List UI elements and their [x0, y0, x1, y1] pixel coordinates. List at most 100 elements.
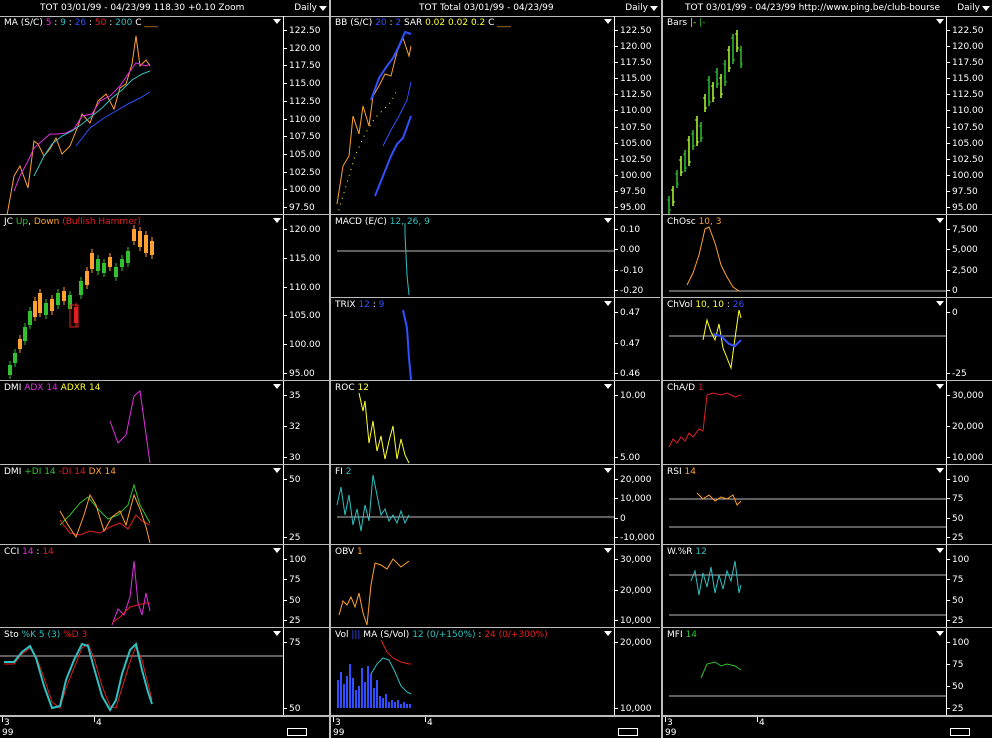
volume-bar — [352, 678, 354, 708]
dx-line — [59, 493, 151, 544]
chevron-down-icon[interactable] — [604, 548, 612, 553]
chevron-down-icon[interactable] — [273, 384, 281, 389]
indicator-panel-rsi[interactable]: RSI 14 100 75 50 25 — [663, 465, 992, 545]
axis-tick-label: 50 — [289, 595, 301, 606]
axis-tick — [946, 457, 950, 458]
axis-tick — [946, 126, 950, 128]
chevron-down-icon[interactable] — [936, 468, 944, 473]
indicator-panel-ma[interactable]: MA (S/C) 5 : 9 : 26 : 50 : 200 C ___ 122.… — [0, 16, 329, 215]
chevron-down-icon[interactable] — [273, 631, 281, 636]
indicator-label: MFI 14 — [667, 630, 697, 640]
indicator-panel-chvol[interactable]: ChVol 10, 10 : 26 0 -25 — [663, 298, 992, 381]
chevron-down-icon[interactable] — [604, 384, 612, 389]
axis-tick-label: 102.50 — [620, 154, 652, 165]
indicator-panel-vol[interactable]: Vol ||| MA (S/Vol) 12 (0/+150%) : 24 (0/… — [331, 628, 660, 716]
indicator-panel-bb[interactable]: BB (S/C) 20 : 2 SAR 0.02 0.02 0.2 C ___ 1… — [331, 16, 660, 215]
indicator-plot-vol — [337, 639, 412, 708]
candle — [108, 257, 112, 267]
indicator-panel-dmi2[interactable]: DMI +DI 14 -DI 14 DX 14 50 25 — [0, 465, 329, 545]
chevron-down-icon[interactable] — [604, 468, 612, 473]
chevron-down-icon[interactable] — [604, 19, 612, 24]
scroll-control[interactable] — [287, 728, 307, 736]
axis-tick-label: 122.50 — [620, 26, 652, 36]
chevron-down-icon[interactable] — [936, 19, 944, 24]
chevron-down-icon[interactable] — [273, 218, 281, 223]
indicator-panel-trix[interactable]: TRIX 12 : 9 0.47 0.47 0.46 — [331, 298, 660, 381]
indicator-panel-macd[interactable]: MACD (E/C) 12, 26, 9 0.10 0.00 -0.10 -0.20 — [331, 215, 660, 298]
close-line — [6, 35, 151, 214]
scroll-control[interactable] — [618, 728, 638, 736]
axis-tick — [614, 312, 618, 313]
timeframe-select[interactable]: Daily — [957, 3, 980, 13]
chevron-down-icon[interactable] — [273, 19, 281, 24]
indicator-panel-bars[interactable]: Bars |- |- 122.50 120.00 117.50 115.00 112.50… — [663, 16, 992, 215]
axis-tick — [283, 30, 287, 31]
axis-tick — [946, 559, 950, 560]
axis-tick-label: 105.00 — [289, 311, 321, 322]
volume-bar — [406, 704, 408, 708]
axis-tick-label: 50 — [289, 704, 301, 714]
axis-tick-label: 105.00 — [289, 149, 321, 160]
volume-bar — [400, 704, 402, 708]
indicator-label: Vol ||| MA (S/Vol) 12 (0/+150%) : 24 (0/… — [335, 630, 548, 640]
roc-line — [358, 392, 410, 464]
volume-bar — [379, 696, 381, 708]
indicator-panel-fi[interactable]: FI 2 20,000 10,000 0 -10,000 — [331, 465, 660, 545]
chaikin-ad-line — [668, 392, 742, 448]
indicator-label: TRIX 12 : 9 — [335, 300, 385, 310]
axis-tick — [946, 94, 950, 96]
indicator-label: ChA/D 1 — [667, 383, 704, 393]
indicator-panel-dmi1[interactable]: DMI ADX 14 ADXR 14 35 32 30 — [0, 381, 329, 465]
indicator-panel-roc[interactable]: ROC 12 10.00 5.00 — [331, 381, 660, 465]
axis-tick — [614, 142, 618, 144]
chevron-down-icon[interactable] — [650, 6, 658, 11]
indicator-panel-obv[interactable]: OBV 1 30,000 20,000 10,000 — [331, 545, 660, 628]
indicator-label: DMI ADX 14 ADXR 14 — [4, 383, 101, 393]
axis-tick-label: 20,000 — [620, 585, 652, 596]
axis-tick-label: 25 — [289, 533, 301, 543]
time-axis-label: 4 — [427, 718, 433, 728]
indicator-panel-sto[interactable]: Sto %K 5 (3) %D 3 75 50 — [0, 628, 329, 716]
indicator-panel-wr[interactable]: W.%R 12 100 75 50 25 — [663, 545, 992, 628]
axis-tick — [614, 479, 618, 480]
chevron-down-icon[interactable] — [604, 301, 612, 306]
indicator-label: MA (S/C) 5 : 9 : 26 : 50 : 200 C ___ — [4, 18, 158, 28]
mfi-line — [700, 661, 742, 679]
axis-tick-label: 2,500 — [952, 265, 978, 276]
chevron-down-icon[interactable] — [604, 218, 612, 223]
axis-tick-label: 0.00 — [620, 245, 641, 256]
scroll-control[interactable] — [950, 728, 970, 736]
indicator-panel-mfi[interactable]: MFI 14 100 75 50 25 — [663, 628, 992, 716]
chevron-down-icon[interactable] — [936, 301, 944, 306]
chevron-down-icon[interactable] — [273, 468, 281, 473]
chevron-down-icon[interactable] — [273, 548, 281, 553]
candle — [85, 271, 89, 285]
axis-tick-label: 115.00 — [952, 74, 984, 85]
chevron-down-icon[interactable] — [936, 631, 944, 636]
time-axis: 3 4 99 — [0, 716, 329, 738]
timeframe-select[interactable]: Daily — [294, 3, 317, 13]
indicator-plot-bars — [667, 30, 743, 214]
indicator-panel-chosc[interactable]: ChOsc 10, 3 7,500 5,000 2,500 0 — [663, 215, 992, 298]
axis-tick-label: 0.47 — [620, 308, 641, 318]
axis-tick-label: 105.00 — [952, 138, 984, 149]
chevron-down-icon[interactable] — [604, 631, 612, 636]
indicator-panel-chad[interactable]: ChA/D 1 30,000 20,000 10,000 — [663, 381, 992, 465]
axis-tick-label: 30,000 — [952, 391, 984, 401]
indicator-panel-cci[interactable]: CCI 14 : 14 100 75 50 25 — [0, 545, 329, 628]
axis-tick-label: 0 — [952, 286, 958, 296]
volume-bar — [367, 666, 369, 708]
axis-tick-label: 10,000 — [952, 453, 984, 463]
timeframe-select[interactable]: Daily — [625, 3, 648, 13]
chevron-down-icon[interactable] — [936, 218, 944, 223]
chevron-down-icon[interactable] — [936, 548, 944, 553]
indicator-label: JC Up, Down (Bullish Hammer) — [4, 217, 141, 227]
chevron-down-icon[interactable] — [319, 6, 327, 11]
axis-tick — [614, 207, 618, 208]
chevron-down-icon[interactable] — [982, 6, 990, 11]
indicator-label: MACD (E/C) 12, 26, 9 — [335, 217, 430, 227]
axis-tick-label: 110.00 — [620, 106, 652, 117]
axis-tick — [283, 620, 287, 621]
indicator-panel-jc[interactable]: JC Up, Down (Bullish Hammer) 120.00 115.00… — [0, 215, 329, 381]
chevron-down-icon[interactable] — [936, 384, 944, 389]
